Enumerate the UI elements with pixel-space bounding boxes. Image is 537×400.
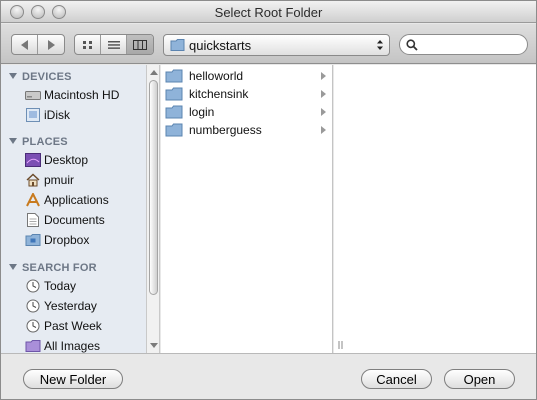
view-mode-buttons — [74, 34, 154, 55]
sidebar-item-today[interactable]: Today — [25, 277, 76, 295]
sidebar-item-idisk[interactable]: iDisk — [25, 106, 70, 124]
disclosure-triangle-icon — [9, 73, 17, 79]
location-popup[interactable]: quickstarts — [163, 34, 390, 56]
new-folder-button[interactable]: New Folder — [23, 369, 123, 389]
list-item[interactable]: login — [163, 103, 331, 121]
disclosure-arrow-icon — [321, 126, 326, 134]
list-item[interactable]: kitchensink — [163, 85, 331, 103]
dropbox-folder-icon — [25, 232, 41, 248]
search-field[interactable] — [399, 34, 528, 55]
images-folder-icon — [25, 338, 41, 353]
open-button[interactable]: Open — [444, 369, 515, 389]
disclosure-triangle-icon — [9, 138, 17, 144]
scroll-up-icon — [150, 70, 158, 75]
folder-icon — [170, 39, 185, 51]
navigation-buttons — [11, 34, 65, 55]
sidebar-item-pmuir[interactable]: pmuir — [25, 171, 74, 189]
documents-icon — [25, 212, 41, 228]
icon-view-icon — [82, 40, 92, 49]
idisk-icon — [25, 107, 41, 123]
popup-arrows-icon — [377, 40, 383, 50]
list-item[interactable]: helloworld — [163, 67, 331, 85]
sidebar-item-yesterday[interactable]: Yesterday — [25, 297, 97, 315]
sidebar-item-all-images[interactable]: All Images — [25, 337, 100, 353]
clock-icon — [25, 318, 41, 334]
select-root-folder-dialog: Select Root Folder quickstarts DEVICES M… — [0, 0, 537, 400]
disclosure-arrow-icon — [321, 108, 326, 116]
scroll-down-icon — [150, 343, 158, 348]
column-view-button[interactable] — [127, 35, 153, 54]
sidebar-item-desktop[interactable]: Desktop — [25, 151, 88, 169]
location-value: quickstarts — [189, 38, 252, 53]
window-title: Select Root Folder — [214, 5, 323, 20]
icon-view-button[interactable] — [75, 35, 101, 54]
list-view-button[interactable] — [101, 35, 127, 54]
browser-column-2 — [334, 65, 536, 353]
sidebar-section-search-for[interactable]: SEARCH FOR — [9, 262, 97, 274]
sidebar-scrollbar[interactable] — [146, 65, 160, 353]
scrollbar-thumb[interactable] — [149, 80, 158, 295]
clock-icon — [25, 278, 41, 294]
column-view-icon — [133, 39, 147, 50]
forward-button[interactable] — [38, 35, 64, 54]
disclosure-arrow-icon — [321, 72, 326, 80]
folder-icon — [165, 87, 183, 101]
disclosure-triangle-icon — [9, 264, 17, 270]
desktop-icon — [25, 152, 41, 168]
folder-icon — [165, 69, 183, 83]
sidebar-item-documents[interactable]: Documents — [25, 211, 105, 229]
sidebar-item-applications[interactable]: Applications — [25, 191, 109, 209]
applications-icon — [25, 192, 41, 208]
sidebar-item-macintosh-hd[interactable]: Macintosh HD — [25, 86, 119, 104]
folder-icon — [165, 123, 183, 137]
clock-icon — [25, 298, 41, 314]
forward-arrow-icon — [47, 39, 55, 50]
column-resize-handle[interactable] — [338, 341, 343, 352]
sidebar-item-dropbox[interactable]: Dropbox — [25, 231, 89, 249]
folder-icon — [165, 105, 183, 119]
list-item[interactable]: numberguess — [163, 121, 331, 139]
dialog-footer: New Folder Cancel Open — [1, 353, 536, 399]
sidebar-section-places[interactable]: PLACES — [9, 136, 68, 148]
back-button[interactable] — [12, 35, 38, 54]
browser-column-1: helloworld kitchensink login numberguess — [161, 65, 333, 353]
title-bar: Select Root Folder — [1, 1, 536, 23]
search-icon — [406, 39, 418, 51]
search-input[interactable] — [420, 37, 520, 52]
back-arrow-icon — [21, 39, 28, 50]
disclosure-arrow-icon — [321, 90, 326, 98]
list-view-icon — [107, 40, 120, 49]
sidebar: DEVICES Macintosh HD iDisk PLACES Deskto… — [1, 65, 146, 353]
home-icon — [25, 172, 41, 188]
sidebar-item-past-week[interactable]: Past Week — [25, 317, 102, 335]
cancel-button[interactable]: Cancel — [361, 369, 432, 389]
hard-drive-icon — [25, 87, 41, 103]
sidebar-section-devices[interactable]: DEVICES — [9, 71, 72, 83]
